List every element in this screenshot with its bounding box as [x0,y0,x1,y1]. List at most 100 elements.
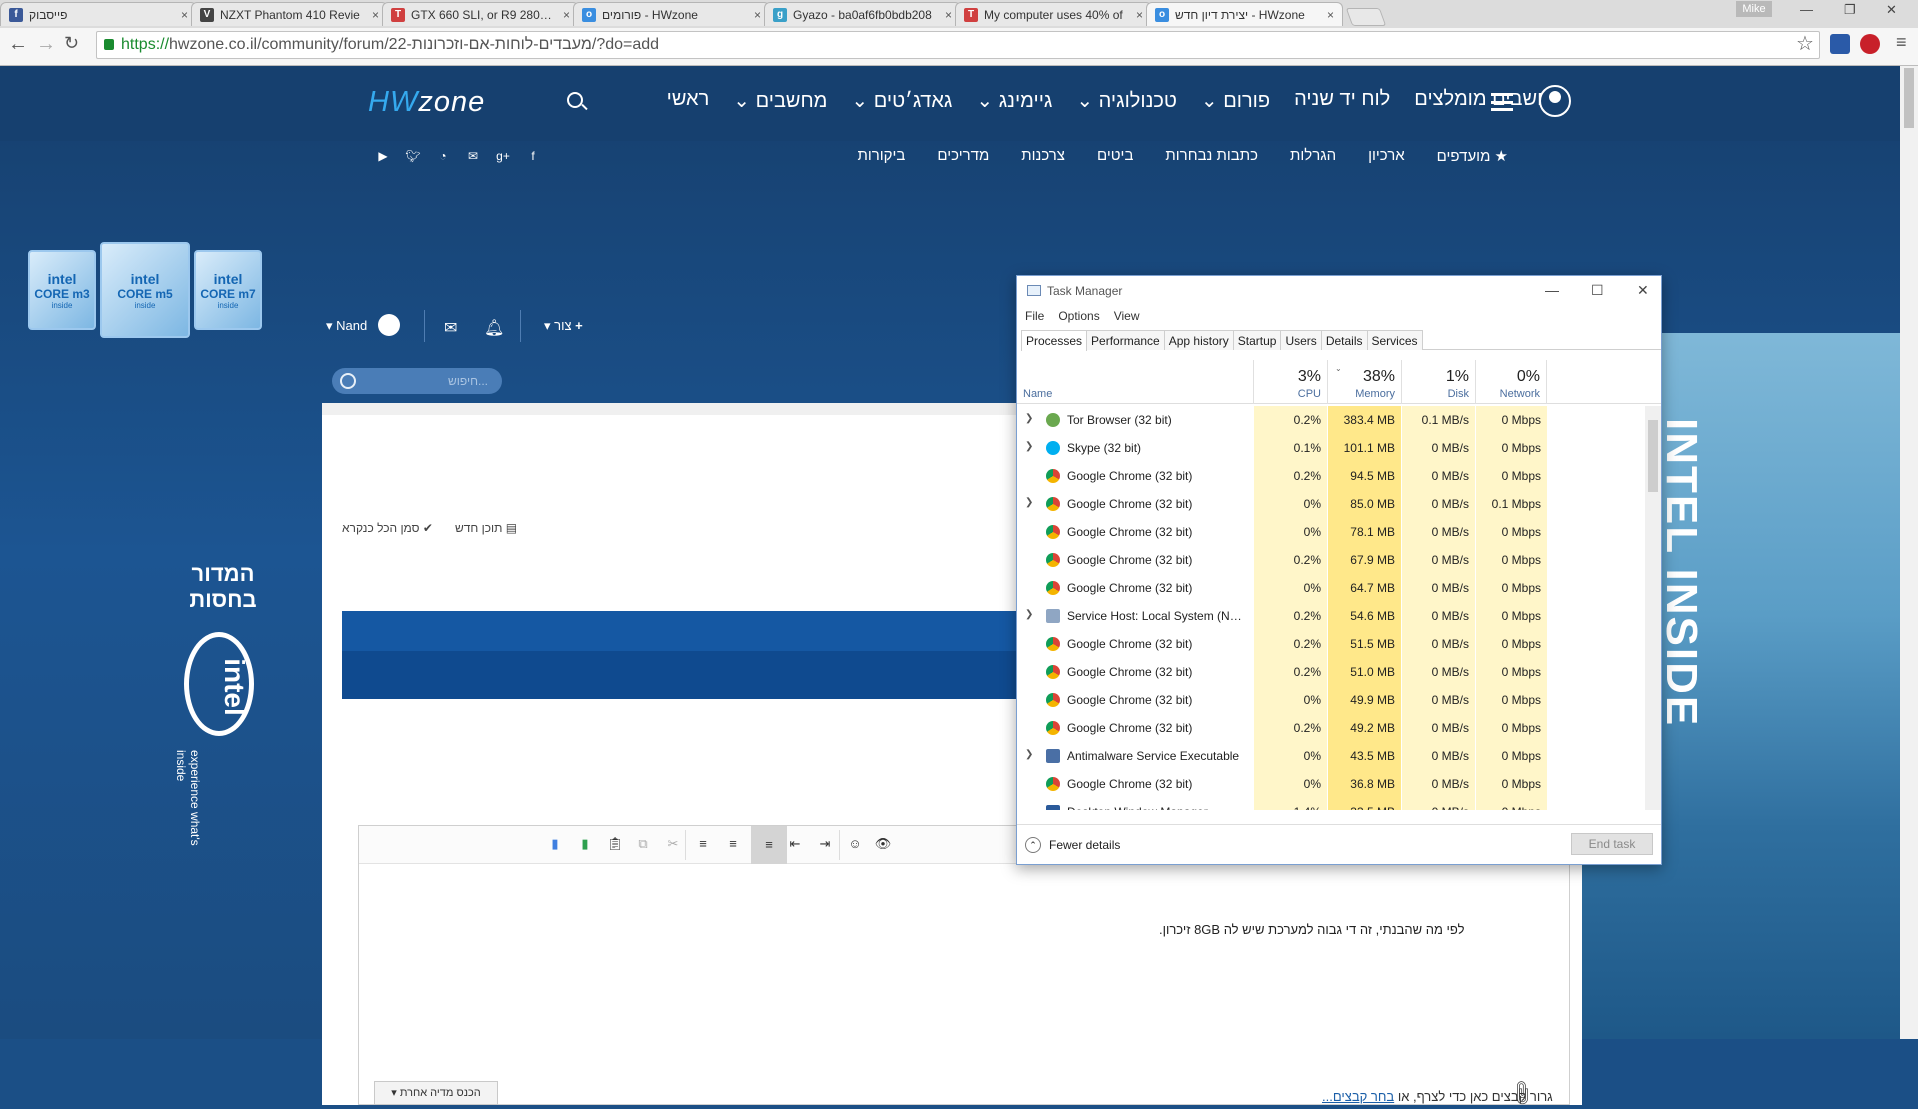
subnav-item[interactable]: ביקורות [858,147,906,165]
forward-icon[interactable]: → [36,33,56,56]
browser-tab[interactable]: V NZXT Phantom 410 Revie × [191,2,388,26]
process-row[interactable]: Google Chrome (32 bit) 0.2% 51.0 MB 0 MB/s 0… [1017,658,1643,686]
col-network[interactable]: 0% Network [1475,360,1547,404]
browser-tab[interactable]: o יצירת דיון חדש - HWzone × [1146,2,1343,26]
nav-item[interactable]: גאדג׳טים ⌄ [851,88,952,113]
post-editor[interactable]: ▮ ▮ 📋︎ ⧉ ✂ ≡ ≡ ≡ ⇤ ⇥ ☺ 👁︎ לפי מה שהבנתי,… [358,825,1570,1105]
tm-scroll-thumb[interactable] [1648,420,1658,492]
tm-maximize-icon[interactable]: ☐ [1591,282,1604,299]
tm-tab-app-history[interactable]: App history [1163,330,1234,350]
reload-icon[interactable]: ↻ [64,33,79,54]
copy-icon[interactable]: ⧉ [633,834,653,854]
create-menu[interactable]: ▾ צור + [544,318,583,334]
browser-tab[interactable]: T GTX 660 SLI, or R9 280X [S × [382,2,579,26]
scrollbar-thumb[interactable] [1904,68,1914,128]
end-task-button[interactable]: End task [1571,833,1653,855]
tab-close-icon[interactable]: × [372,8,379,22]
sheet-icon[interactable]: ▮ [575,834,595,854]
mail-icon[interactable]: ✉ [466,149,480,163]
tab-close-icon[interactable]: × [1136,8,1143,22]
new-tab-button[interactable] [1345,8,1387,26]
fewer-details-button[interactable]: ⌃ Fewer details [1025,837,1120,853]
tab-close-icon[interactable]: × [1327,8,1334,22]
browser-tab[interactable]: f פייסבוק × [0,2,197,26]
bookmark-star-icon[interactable]: ☆ [1796,31,1814,56]
extension-icon[interactable] [1830,34,1850,54]
tm-tab-users[interactable]: Users [1280,330,1322,350]
subnav-item[interactable]: ביטים [1097,147,1133,165]
facebook-icon[interactable]: f [526,149,540,163]
tm-menu-item[interactable]: File [1025,309,1044,323]
user-avatar-icon[interactable] [1539,85,1571,117]
expand-chevron-icon[interactable]: ❯ [1025,441,1033,452]
minimize-icon[interactable]: — [1800,2,1813,17]
process-row[interactable]: Google Chrome (32 bit) 0.2% 94.5 MB 0 MB/s 0… [1017,462,1643,490]
user-menu[interactable]: ▾ Nand [326,318,367,334]
tm-tab-processes[interactable]: Processes [1021,330,1088,351]
restore-icon[interactable]: ❐ [1844,2,1856,18]
close-icon[interactable]: ✕ [1886,2,1897,18]
page-scrollbar[interactable] [1900,66,1918,1039]
chrome-menu-icon[interactable]: ≡ [1896,32,1907,53]
cut-icon[interactable]: ✂ [663,834,683,854]
process-row[interactable]: Google Chrome (32 bit) 0% 78.1 MB 0 MB/s 0 M… [1017,518,1643,546]
nav-item[interactable]: ראשי [667,88,710,113]
align-left-icon[interactable]: ≡ [693,834,713,854]
tab-close-icon[interactable]: × [563,8,570,22]
col-cpu[interactable]: 3% CPU [1253,360,1327,404]
nav-item[interactable]: מחשבים ⌄ [733,88,827,113]
bell-icon[interactable]: 🔔︎ [484,318,504,338]
tm-titlebar[interactable]: Task Manager — ☐ ✕ [1017,276,1661,306]
subnav-item[interactable]: צרכנות [1021,147,1065,165]
user-avatar-small-icon[interactable] [378,314,400,336]
nav-item[interactable]: גיימינג ⌄ [976,88,1052,113]
back-icon[interactable]: ← [8,33,28,56]
google-plus-icon[interactable]: g+ [496,149,510,163]
browser-tab[interactable]: T My computer uses 40% of × [955,2,1152,26]
tab-close-icon[interactable]: × [181,8,188,22]
process-row[interactable]: ❯ Google Chrome (32 bit) 0% 85.0 MB 0 MB/s 0.… [1017,490,1643,518]
nav-item[interactable]: פורום ⌄ [1201,88,1270,113]
expand-chevron-icon[interactable]: ❯ [1025,413,1033,424]
choose-files-link[interactable]: בחר קבצים... [1322,1089,1394,1104]
process-row[interactable]: Google Chrome (32 bit) 0% 36.8 MB 0 MB/s 0 M… [1017,770,1643,798]
site-search-input[interactable]: חיפוש... [332,368,502,394]
tm-tab-startup[interactable]: Startup [1232,330,1282,350]
subnav-item[interactable]: ארכיון [1368,147,1405,165]
subnav-item[interactable]: ★ מועדפים [1437,147,1508,165]
emoji-icon[interactable]: ☺ [845,834,865,854]
tm-tab-details[interactable]: Details [1320,330,1368,350]
hamburger-icon[interactable] [1491,93,1513,111]
process-row[interactable]: Google Chrome (32 bit) 0.2% 51.5 MB 0 MB/s 0… [1017,630,1643,658]
tm-close-icon[interactable]: ✕ [1637,282,1649,299]
youtube-icon[interactable]: ▶ [376,149,390,163]
nav-item[interactable]: טכנולוגיה ⌄ [1076,88,1177,113]
subnav-item[interactable]: מדריכים [937,147,989,165]
rtl-icon[interactable]: ⇤ [785,834,805,854]
tm-tab-performance[interactable]: Performance [1086,330,1165,350]
search-icon[interactable] [567,92,583,108]
process-row[interactable]: Google Chrome (32 bit) 0.2% 67.9 MB 0 MB/s 0… [1017,546,1643,574]
expand-chevron-icon[interactable]: ❯ [1025,497,1033,508]
profile-badge[interactable]: Mike [1736,1,1772,17]
expand-chevron-icon[interactable]: ❯ [1025,609,1033,620]
process-row[interactable]: ❯ Antimalware Service Executable 0% 43.5 MB… [1017,742,1643,770]
browser-tab[interactable]: g Gyazo - ba0af6fb0bdb208 × [764,2,961,26]
adblock-icon[interactable] [1860,34,1880,54]
process-row[interactable]: ❯ Service Host: Local System (Net... 0.2% 5… [1017,602,1643,630]
site-logo[interactable]: HWzone [368,86,485,119]
tm-minimize-icon[interactable]: — [1545,282,1559,298]
col-disk[interactable]: 1% Disk [1401,360,1475,404]
paste-icon[interactable]: 📋︎ [605,834,625,854]
subnav-item[interactable]: כתבות נבחרות [1165,147,1258,165]
editor-content[interactable]: לפי מה שהבנתי, זה די גבוה למערכת שיש לה … [1159,922,1464,937]
process-row[interactable]: ❯ Skype (32 bit) 0.1% 101.1 MB 0 MB/s 0 Mbps [1017,434,1643,462]
tab-close-icon[interactable]: × [754,8,761,22]
mark-all-read-button[interactable]: סמן הכל כנקרא ✔ [342,521,433,535]
insert-media-button[interactable]: ▾ הכנס מדיה אחרת [374,1081,498,1105]
subnav-item[interactable]: הגרלות [1290,147,1336,165]
url-input[interactable]: https://hwzone.co.il/community/forum/22-… [96,31,1820,59]
process-row[interactable]: Desktop Window Manager 1.4%33.5 MB0 MB/s0… [1017,798,1643,810]
tm-menu-item[interactable]: View [1114,309,1140,323]
nav-item[interactable]: לוח יד שניה [1294,88,1390,113]
